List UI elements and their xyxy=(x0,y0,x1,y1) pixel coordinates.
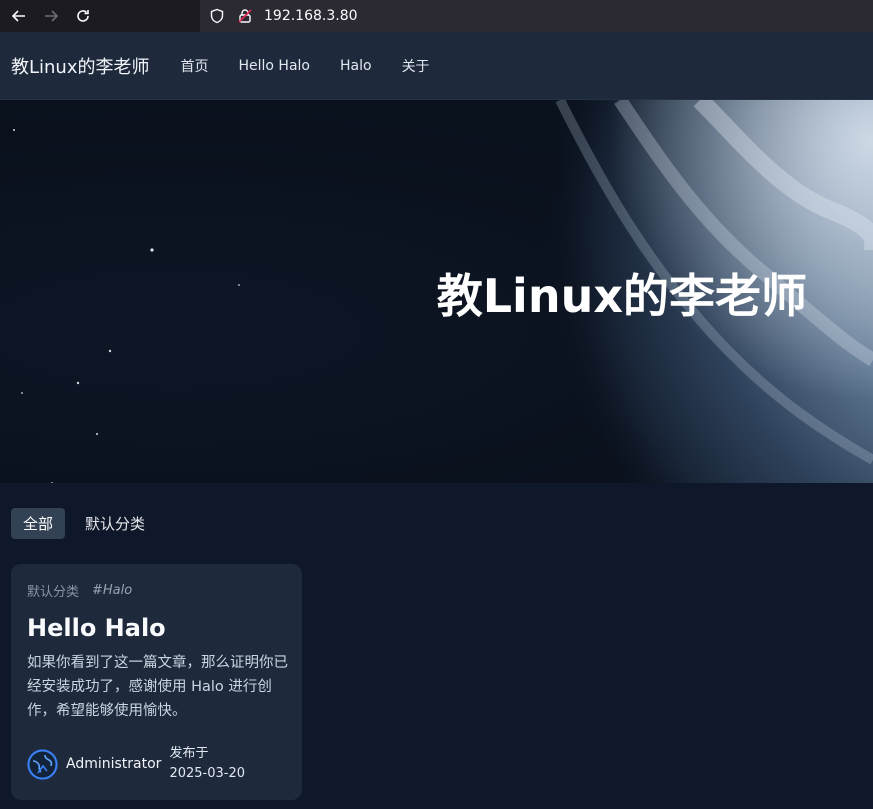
reload-icon xyxy=(77,10,89,22)
publish-date: 2025-03-20 xyxy=(169,766,245,781)
post-meta: 默认分类 #Halo xyxy=(27,581,286,600)
browser-toolbar: 192.168.3.80 xyxy=(0,0,873,32)
hero-banner: 教Linux的李老师 xyxy=(0,100,873,483)
address-bar[interactable]: 192.168.3.80 xyxy=(200,0,873,32)
tab-all[interactable]: 全部 xyxy=(11,508,66,539)
tab-default-category[interactable]: 默认分类 xyxy=(73,508,157,539)
post-footer: Administrator 发布于 2025-03-20 xyxy=(27,744,245,784)
post-tag[interactable]: #Halo xyxy=(92,583,132,598)
shield-icon[interactable] xyxy=(208,7,226,25)
back-button[interactable] xyxy=(6,3,32,29)
hero-title: 教Linux的李老师 xyxy=(436,269,807,323)
publish-info: 发布于 2025-03-20 xyxy=(169,744,245,784)
post-excerpt: 如果你看到了这一篇文章，那么证明你已经安装成功了，感谢使用 Halo 进行创作，… xyxy=(27,655,288,719)
menu-item-hello-halo[interactable]: Hello Halo xyxy=(239,58,311,74)
arrow-right-icon xyxy=(45,10,59,22)
menu-item-home[interactable]: 首页 xyxy=(181,56,209,76)
post-category[interactable]: 默认分类 xyxy=(27,581,79,600)
menu-item-about[interactable]: 关于 xyxy=(402,56,430,76)
url-text[interactable]: 192.168.3.80 xyxy=(264,8,358,24)
forward-button[interactable] xyxy=(38,3,64,29)
arrow-left-icon xyxy=(11,10,25,22)
main-menu: 首页 Hello Halo Halo 关于 xyxy=(181,56,460,76)
author-name[interactable]: Administrator xyxy=(66,756,161,772)
post-card[interactable]: 默认分类 #Halo Hello Halo 如果你看到了这一篇文章，那么证明你已… xyxy=(11,564,302,800)
site-header: 教Linux的李老师 首页 Hello Halo Halo 关于 xyxy=(0,32,873,100)
post-title[interactable]: Hello Halo xyxy=(27,614,286,642)
category-tabs: 全部 默认分类 xyxy=(0,508,873,539)
site-title[interactable]: 教Linux的李老师 xyxy=(11,53,150,79)
author-avatar[interactable] xyxy=(27,748,58,780)
insecure-lock-icon[interactable] xyxy=(236,7,254,25)
publish-label: 发布于 xyxy=(169,746,209,761)
globe-avatar-icon xyxy=(27,749,58,779)
menu-item-halo[interactable]: Halo xyxy=(340,58,372,74)
reload-button[interactable] xyxy=(70,3,96,29)
